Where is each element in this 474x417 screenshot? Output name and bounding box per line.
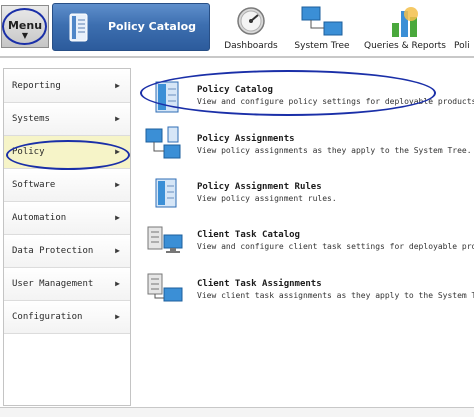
menu-label: Menu [7, 19, 43, 32]
tab-queries-reports[interactable]: Queries & Reports [363, 3, 447, 53]
sidebar-item-label: Configuration [12, 312, 83, 322]
status-strip [0, 407, 474, 417]
list-item-title: Policy Assignment Rules [197, 182, 322, 192]
sidebar-item-label: User Management [12, 279, 94, 289]
list-item-policy-catalog[interactable]: Policy Catalog View and configure policy… [138, 74, 474, 122]
list-item-description: View policy assignments as they apply to… [197, 146, 472, 155]
tab-policy-partial-label: Poli [454, 41, 470, 51]
list-item-description: View client task assignments as they app… [197, 291, 474, 300]
top-navigation-bar: Menu ▼ Policy Catalog Dashboards System … [0, 0, 474, 55]
policy-assignments-icon [144, 125, 188, 169]
chevron-right-icon: ▶ [115, 279, 120, 288]
list-item-title: Client Task Assignments [197, 279, 322, 289]
tab-policy-partial[interactable]: Poli [454, 3, 474, 53]
chevron-right-icon: ▶ [115, 246, 120, 255]
chevron-right-icon: ▶ [115, 81, 120, 90]
tab-system-tree[interactable]: System Tree [292, 3, 352, 53]
list-item-description: View and configure policy settings for d… [197, 97, 474, 106]
sidebar-item-configuration[interactable]: Configuration ▶ [4, 301, 130, 334]
list-item-description: View policy assignment rules. [197, 194, 337, 203]
chevron-right-icon: ▶ [115, 180, 120, 189]
chevron-right-icon: ▶ [115, 312, 120, 321]
sidebar-item-software[interactable]: Software ▶ [4, 169, 130, 202]
sidebar-item-user-management[interactable]: User Management ▶ [4, 268, 130, 301]
app-window: Menu ▼ Policy Catalog Dashboards System … [0, 0, 474, 417]
list-item-client-task-catalog[interactable]: Client Task Catalog View and configure c… [138, 219, 474, 267]
sidebar-item-data-protection[interactable]: Data Protection ▶ [4, 235, 130, 268]
topbar-divider [0, 56, 474, 58]
main-content: Policy Catalog View and configure policy… [138, 68, 474, 406]
active-tab-label: Policy Catalog [108, 20, 197, 33]
menu-button[interactable]: Menu ▼ [1, 5, 49, 48]
policy-catalog-icon [69, 13, 89, 47]
policy-catalog-icon [144, 76, 184, 120]
system-tree-icon [300, 5, 344, 42]
list-item-description: View and configure client task settings … [197, 242, 474, 251]
list-item-title: Policy Assignments [197, 134, 295, 144]
tab-dashboards[interactable]: Dashboards [222, 3, 280, 53]
policy-rules-icon [144, 173, 184, 217]
client-task-catalog-icon [144, 221, 188, 265]
list-item-title: Client Task Catalog [197, 230, 300, 240]
sidebar-item-automation[interactable]: Automation ▶ [4, 202, 130, 235]
client-task-assignments-icon [144, 270, 188, 314]
gauge-icon [236, 5, 266, 40]
tab-system-tree-label: System Tree [294, 41, 350, 51]
sidebar-item-label: Data Protection [12, 246, 94, 256]
sidebar-item-label: Software [12, 180, 56, 190]
chevron-right-icon: ▶ [115, 213, 120, 222]
sidebar: Reporting ▶ Systems ▶ Policy ▶ Software … [3, 68, 131, 406]
list-item-policy-assignment-rules[interactable]: Policy Assignment Rules View policy assi… [138, 171, 474, 219]
chevron-down-icon: ▼ [21, 31, 29, 40]
list-item-client-task-assignments[interactable]: Client Task Assignments View client task… [138, 268, 474, 316]
sidebar-item-label: Automation [12, 213, 67, 223]
sidebar-item-label: Reporting [12, 81, 61, 91]
chevron-right-icon: ▶ [115, 114, 120, 123]
sidebar-item-reporting[interactable]: Reporting ▶ [4, 70, 130, 103]
tab-policy-catalog[interactable]: Policy Catalog [52, 3, 210, 51]
chevron-right-icon: ▶ [115, 147, 120, 156]
sidebar-item-systems[interactable]: Systems ▶ [4, 103, 130, 136]
sidebar-item-label: Policy [12, 147, 45, 157]
tab-queries-reports-label: Queries & Reports [363, 41, 446, 51]
tab-dashboards-label: Dashboards [224, 41, 278, 51]
sidebar-item-policy[interactable]: Policy ▶ [4, 136, 130, 169]
list-item-title: Policy Catalog [197, 85, 273, 95]
sidebar-item-label: Systems [12, 114, 50, 124]
bar-chart-icon [389, 5, 421, 42]
list-item-policy-assignments[interactable]: Policy Assignments View policy assignmen… [138, 123, 474, 171]
